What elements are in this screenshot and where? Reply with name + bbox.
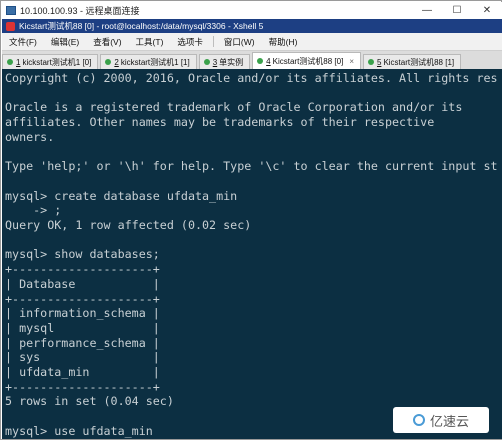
tab-number: 1 xyxy=(16,57,21,67)
terminal-line: | mysql | xyxy=(5,320,160,335)
minimize-button[interactable]: — xyxy=(412,2,442,19)
tab-session-2[interactable]: 2 kickstart测试机1 [1] xyxy=(100,54,197,69)
terminal-line: mysql> show databases; xyxy=(5,247,160,262)
session-tab-bar: 1 kickstart测试机1 [0] 2 kickstart测试机1 [1] … xyxy=(2,51,502,69)
tab-label: Kicstart测试机88 [0] xyxy=(272,56,344,66)
terminal-output[interactable]: Copyright (c) 2000, 2016, Oracle and/or … xyxy=(2,69,502,439)
terminal-line: | Database | xyxy=(5,276,160,291)
rdp-window-controls: — ☐ ✕ xyxy=(412,2,502,19)
terminal-line: +--------------------+ xyxy=(5,379,160,394)
menu-bar: 文件(F) 编辑(E) 查看(V) 工具(T) 选项卡 窗口(W) 帮助(H) xyxy=(2,33,502,51)
session-status-icon xyxy=(203,59,210,65)
maximize-button[interactable]: ☐ xyxy=(442,2,472,19)
menu-help[interactable]: 帮助(H) xyxy=(262,36,305,48)
terminal-line: | performance_schema | xyxy=(5,335,160,350)
terminal-line: Query OK, 1 row affected (0.02 sec) xyxy=(5,218,252,233)
watermark-text: 亿速云 xyxy=(429,414,469,430)
xshell-title-bar[interactable]: Kicstart测试机88 [0] - root@localhost:/data… xyxy=(2,19,502,33)
session-status-icon xyxy=(257,58,264,64)
xshell-logo-icon xyxy=(6,21,15,31)
terminal-line: mysql> create database ufdata_min xyxy=(5,188,238,203)
terminal-line: Type 'help;' or '\h' for help. Type '\c'… xyxy=(5,159,498,174)
xshell-title: Kicstart测试机88 [0] - root@localhost:/data… xyxy=(19,21,264,31)
session-status-icon xyxy=(105,59,112,65)
terminal-line: | sys | xyxy=(5,350,160,365)
tab-number: 3 xyxy=(212,57,218,67)
menu-window[interactable]: 窗口(W) xyxy=(217,36,262,48)
tab-label: kickstart测试机1 [1] xyxy=(120,57,190,67)
terminal-line: +--------------------+ xyxy=(5,291,160,306)
remote-desktop-window: 10.100.100.93 - 远程桌面连接 — ☐ ✕ Kicstart测试机… xyxy=(0,0,502,440)
session-status-icon xyxy=(7,59,13,65)
rdp-title: 10.100.100.93 - 远程桌面连接 xyxy=(20,6,140,16)
tab-number: 4 xyxy=(266,56,271,66)
watermark-logo: 亿速云 xyxy=(393,407,489,433)
menu-divider xyxy=(212,36,214,47)
tab-session-4[interactable]: 4 Kicstart测试机88 [0] × xyxy=(252,52,361,69)
tab-label: Kicstart测试机88 [1] xyxy=(383,57,455,67)
menu-file[interactable]: 文件(F) xyxy=(2,36,44,48)
remote-desktop-icon xyxy=(6,6,16,15)
terminal-line: | information_schema | xyxy=(5,306,160,321)
tab-number: 5 xyxy=(376,57,382,67)
tab-number: 2 xyxy=(114,57,119,67)
close-button[interactable]: ✕ xyxy=(472,2,502,19)
rdp-title-bar[interactable]: 10.100.100.93 - 远程桌面连接 — ☐ ✕ xyxy=(2,2,502,19)
menu-tabs[interactable]: 选项卡 xyxy=(170,36,210,48)
tab-label: kickstart测试机1 [0] xyxy=(22,57,92,67)
menu-tools[interactable]: 工具(T) xyxy=(129,36,171,48)
session-status-icon xyxy=(367,59,374,65)
terminal-line: -> ; xyxy=(5,203,62,218)
tab-session-3[interactable]: 3 单实例 xyxy=(198,54,251,69)
terminal-line: +--------------------+ xyxy=(5,262,160,277)
terminal-line: owners. xyxy=(5,129,55,144)
xshell-window: Kicstart测试机88 [0] - root@localhost:/data… xyxy=(2,19,502,439)
terminal-line: affiliates. Other names may be trademark… xyxy=(5,115,435,130)
tab-session-5[interactable]: 5 Kicstart测试机88 [1] xyxy=(362,54,462,69)
tab-label: 单实例 xyxy=(219,57,244,67)
tab-close-icon[interactable]: × xyxy=(349,57,354,66)
terminal-text: Copyright (c) 2000, 2016, Oracle and/or … xyxy=(2,69,502,439)
menu-view[interactable]: 查看(V) xyxy=(86,36,128,48)
menu-edit[interactable]: 编辑(E) xyxy=(44,36,86,48)
tab-session-1[interactable]: 1 kickstart测试机1 [0] xyxy=(2,54,99,69)
terminal-line: Copyright (c) 2000, 2016, Oracle and/or … xyxy=(5,71,498,85)
terminal-line: Oracle is a registered trademark of Orac… xyxy=(5,100,463,115)
terminal-line: | ufdata_min | xyxy=(5,365,160,380)
cloud-logo-icon xyxy=(412,414,425,426)
